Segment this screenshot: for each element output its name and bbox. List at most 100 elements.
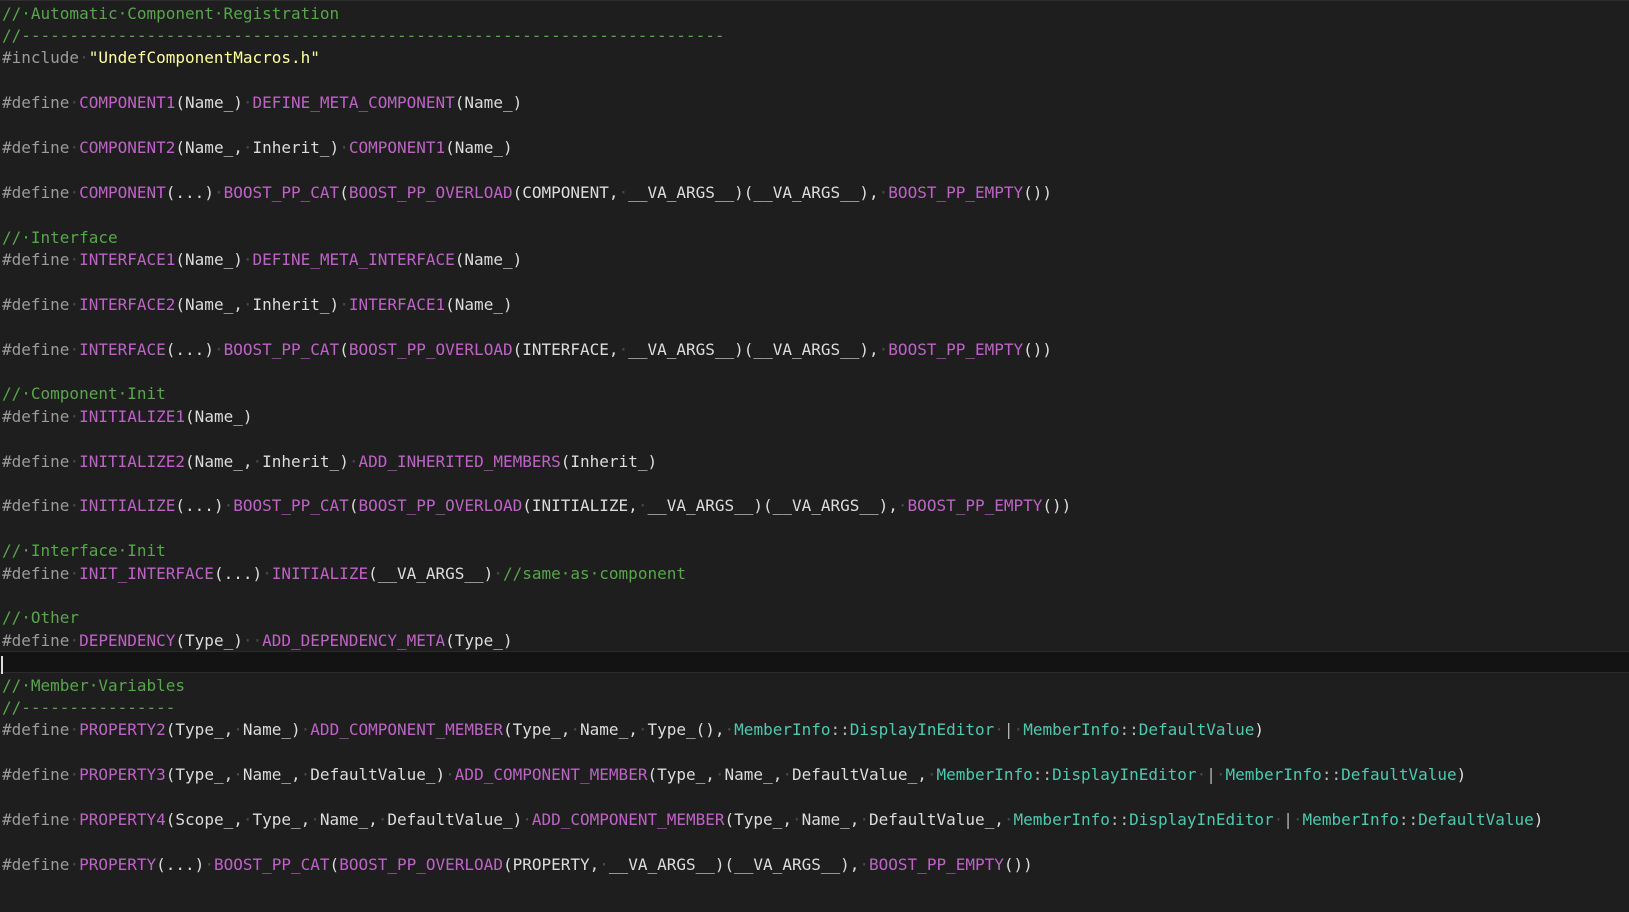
whitespace-marker: · bbox=[570, 720, 581, 740]
type-token: DisplayInEditor bbox=[1052, 765, 1197, 785]
code-line[interactable]: #define·INITIALIZE(...)·BOOST_PP_CAT(BOO… bbox=[2, 494, 1071, 518]
code-line[interactable]: //·Component·Init bbox=[2, 382, 166, 406]
code-line[interactable]: //---------------- bbox=[2, 696, 175, 720]
whitespace-marker: · bbox=[791, 809, 802, 829]
whitespace-marker: · bbox=[233, 765, 243, 785]
code-token: (Inherit_) bbox=[560, 451, 658, 471]
code-line[interactable]: #define·COMPONENT2(Name_,·Inherit_)·COMP… bbox=[2, 136, 513, 160]
whitespace-marker: · bbox=[878, 339, 889, 359]
macro-token: ADD_COMPONENT_MEMBER bbox=[454, 765, 648, 785]
directive-token: #define bbox=[2, 294, 70, 314]
code-token: (INTERFACE, bbox=[512, 339, 619, 359]
code-line[interactable]: #define·DEPENDENCY(Type_)··ADD_DEPENDENC… bbox=[2, 629, 513, 653]
macro-token: BOOST_PP_CAT bbox=[223, 339, 340, 359]
code-line[interactable]: #define·COMPONENT(...)·BOOST_PP_CAT(BOOS… bbox=[2, 181, 1052, 205]
operator-token: :: bbox=[1119, 720, 1139, 740]
directive-token: #define bbox=[2, 182, 70, 202]
type-token: MemberInfo bbox=[936, 765, 1033, 785]
code-line[interactable]: #define·INTERFACE1(Name_)·DEFINE_META_IN… bbox=[2, 248, 522, 272]
code-line[interactable]: //·Member·Variables bbox=[2, 674, 185, 698]
code-line[interactable]: #define·PROPERTY3(Type_,·Name_,·DefaultV… bbox=[2, 763, 1466, 787]
macro-token: COMPONENT1 bbox=[79, 93, 176, 113]
whitespace-marker: · bbox=[69, 720, 80, 740]
macro-token: BOOST_PP_OVERLOAD bbox=[348, 182, 513, 202]
directive-token: #define bbox=[2, 630, 70, 650]
macro-token: BOOST_PP_EMPTY bbox=[869, 854, 1004, 874]
operator-token: :: bbox=[1321, 765, 1342, 785]
code-token: ()) bbox=[1023, 182, 1053, 202]
directive-token: #define bbox=[2, 854, 70, 874]
whitespace-marker: · bbox=[69, 406, 80, 426]
macro-token: DEPENDENCY bbox=[79, 630, 176, 650]
code-line[interactable]: //--------------------------------------… bbox=[2, 24, 724, 48]
code-line[interactable]: //·Interface bbox=[2, 226, 118, 250]
macro-token: BOOST_PP_CAT bbox=[223, 182, 340, 202]
code-line[interactable]: #include·"UndefComponentMacros.h" bbox=[2, 46, 320, 70]
code-line[interactable]: #define·PROPERTY(...)·BOOST_PP_CAT(BOOST… bbox=[2, 853, 1033, 877]
code-line[interactable]: //·Interface·Init bbox=[2, 539, 166, 563]
macro-token: BOOST_PP_CAT bbox=[233, 496, 349, 516]
macro-token: BOOST_PP_CAT bbox=[213, 854, 330, 874]
directive-token: #define bbox=[2, 720, 70, 740]
code-line[interactable]: #define·INTERFACE(...)·BOOST_PP_CAT(BOOS… bbox=[2, 338, 1052, 362]
operator-token: :: bbox=[1109, 809, 1130, 829]
directive-token: #define bbox=[2, 137, 70, 157]
directive-token: #define bbox=[2, 93, 70, 113]
comment-token: //·Automatic·Component·Registration bbox=[2, 3, 340, 23]
code-editor[interactable]: //·Automatic·Component·Registration//---… bbox=[0, 0, 1629, 912]
directive-token: #define bbox=[2, 406, 70, 426]
code-token: Name_, bbox=[580, 720, 638, 740]
whitespace-marker: · bbox=[79, 48, 89, 68]
macro-token: ADD_COMPONENT_MEMBER bbox=[310, 720, 503, 740]
whitespace-marker: ·· bbox=[242, 630, 263, 650]
directive-token: #define bbox=[2, 249, 70, 269]
code-line[interactable]: //·Automatic·Component·Registration bbox=[2, 2, 339, 26]
type-token: MemberInfo bbox=[734, 720, 831, 740]
whitespace-marker: · bbox=[300, 720, 311, 740]
code-token: (Name_) bbox=[175, 93, 243, 113]
macro-token: ADD_DEPENDENCY_META bbox=[262, 630, 446, 650]
macro-token: PROPERTY2 bbox=[79, 720, 166, 740]
macro-token: BOOST_PP_EMPTY bbox=[888, 339, 1024, 359]
macro-token: BOOST_PP_EMPTY bbox=[907, 496, 1043, 516]
whitespace-marker: · bbox=[724, 720, 735, 740]
code-token: (INITIALIZE, bbox=[522, 496, 638, 516]
code-token: (Type_, bbox=[165, 765, 234, 785]
whitespace-marker: · bbox=[69, 765, 80, 785]
code-line[interactable]: #define·PROPERTY2(Type_,·Name_)·ADD_COMP… bbox=[2, 718, 1264, 742]
code-token: ( bbox=[329, 854, 340, 874]
type-token: MemberInfo bbox=[1225, 765, 1322, 785]
code-token: Type_, bbox=[252, 809, 311, 829]
code-token: Name_, bbox=[724, 765, 783, 785]
code-line[interactable]: #define·INIT_INTERFACE(...)·INITIALIZE(_… bbox=[2, 562, 686, 586]
code-token: ) bbox=[1456, 765, 1467, 785]
code-token: Type_(), bbox=[647, 720, 725, 740]
whitespace-marker: · bbox=[223, 496, 234, 516]
whitespace-marker: · bbox=[69, 496, 80, 516]
comment-token: //·Member·Variables bbox=[2, 675, 186, 695]
code-token: Name_) bbox=[242, 720, 301, 740]
code-line[interactable]: #define·INITIALIZE1(Name_) bbox=[2, 405, 252, 429]
whitespace-marker: · bbox=[859, 854, 870, 874]
whitespace-marker: · bbox=[714, 765, 725, 785]
whitespace-marker: · bbox=[204, 854, 214, 874]
code-token: __VA_ARGS__)(__VA_ARGS__), bbox=[628, 339, 879, 359]
whitespace-marker: · bbox=[377, 809, 388, 829]
whitespace-marker: · bbox=[69, 137, 80, 157]
code-line[interactable]: #define·COMPONENT1(Name_)·DEFINE_META_CO… bbox=[2, 91, 522, 115]
directive-token: #define bbox=[2, 563, 70, 583]
code-token: __VA_ARGS__)(__VA_ARGS__), bbox=[608, 854, 860, 874]
code-token: (Name_, bbox=[185, 451, 253, 471]
whitespace-marker: · bbox=[69, 294, 80, 314]
code-line[interactable]: //·Other bbox=[2, 606, 79, 630]
code-line[interactable]: #define·PROPERTY4(Scope_,·Type_,·Name_,·… bbox=[2, 808, 1543, 832]
code-token: (Type_, bbox=[502, 720, 571, 740]
whitespace-marker: · bbox=[69, 451, 80, 471]
code-line[interactable]: #define·INTERFACE2(Name_,·Inherit_)·INTE… bbox=[2, 293, 513, 317]
macro-token: INTERFACE2 bbox=[79, 294, 176, 314]
code-token: (...) bbox=[156, 854, 205, 874]
macro-token: BOOST_PP_EMPTY bbox=[888, 182, 1024, 202]
operator-token: :: bbox=[830, 720, 850, 740]
type-token: MemberInfo bbox=[1302, 809, 1399, 829]
code-line[interactable]: #define·INITIALIZE2(Name_,·Inherit_)·ADD… bbox=[2, 450, 657, 474]
